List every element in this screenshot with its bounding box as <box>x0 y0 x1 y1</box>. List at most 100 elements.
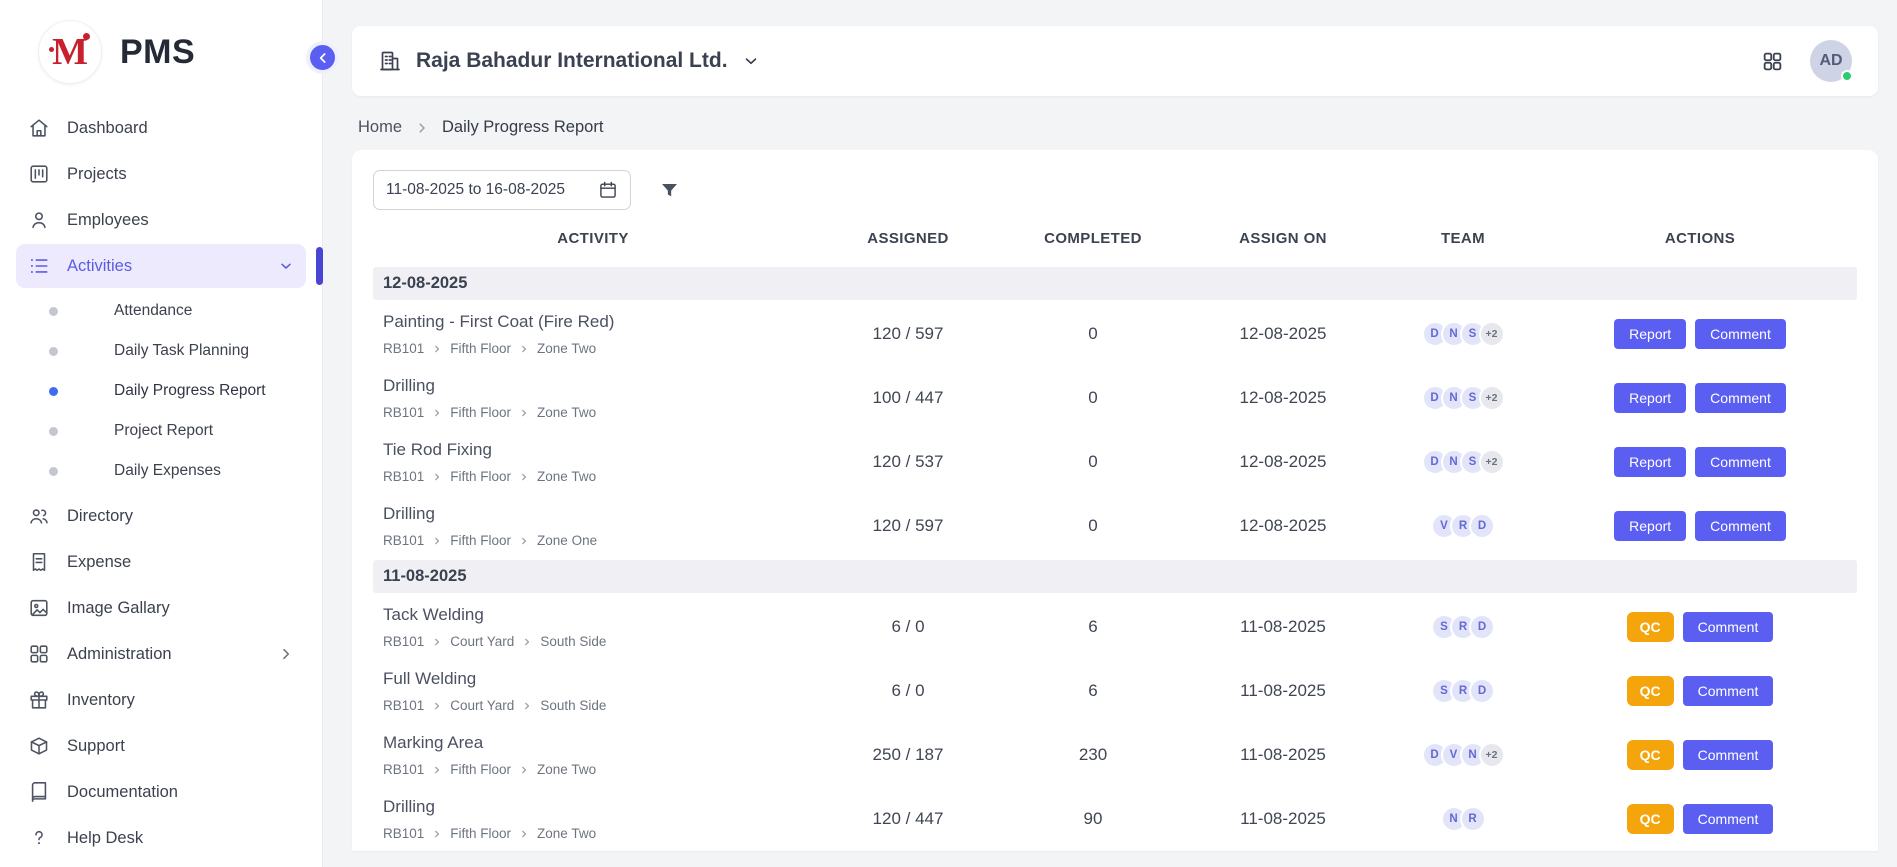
sidebar-subitem-attendance[interactable]: Attendance <box>16 291 306 331</box>
sidebar-item-image-gallary[interactable]: Image Gallary <box>16 586 306 630</box>
location-segment: RB101 <box>383 533 424 548</box>
activity-name: Marking Area <box>383 733 813 753</box>
sidebar-subitem-daily-task-planning[interactable]: Daily Task Planning <box>16 331 306 371</box>
chevron-right-icon <box>519 344 529 354</box>
sidebar-item-projects[interactable]: Projects <box>16 152 306 196</box>
qc-button[interactable]: QC <box>1627 676 1674 706</box>
date-range-value[interactable] <box>386 181 588 199</box>
column-header-assign-on: ASSIGN ON <box>1183 230 1383 247</box>
sidebar-item-expense[interactable]: Expense <box>16 540 306 584</box>
comment-button[interactable]: Comment <box>1683 612 1774 642</box>
avatar-initials: AD <box>1819 52 1842 70</box>
sidebar-item-documentation[interactable]: Documentation <box>16 770 306 814</box>
report-button[interactable]: Report <box>1614 447 1686 477</box>
location-segment: Court Yard <box>450 698 514 713</box>
sidebar-subitem-daily-expenses[interactable]: Daily Expenses <box>16 451 306 491</box>
location-segment: Zone Two <box>537 405 596 420</box>
book-icon <box>28 781 50 803</box>
package-icon <box>28 735 50 757</box>
apps-grid-icon[interactable] <box>1761 50 1784 73</box>
sidebar-item-dashboard[interactable]: Dashboard <box>16 106 306 150</box>
sidebar-item-label: Activities <box>67 257 132 276</box>
assign-on-value: 12-08-2025 <box>1183 324 1383 344</box>
online-status-dot <box>1841 70 1853 82</box>
content-card: ACTIVITYASSIGNEDCOMPLETEDASSIGN ONTEAMAC… <box>352 150 1878 851</box>
sidebar-item-employees[interactable]: Employees <box>16 198 306 242</box>
sidebar-item-directory[interactable]: Directory <box>16 494 306 538</box>
activity-cell: Full WeldingRB101Court YardSouth Side <box>373 669 813 713</box>
comment-button[interactable]: Comment <box>1683 804 1774 834</box>
location-segment: Fifth Floor <box>450 405 511 420</box>
date-range-input[interactable] <box>373 170 631 210</box>
report-button[interactable]: Report <box>1614 319 1686 349</box>
location-segment: Zone Two <box>537 826 596 841</box>
breadcrumb-home[interactable]: Home <box>358 118 402 137</box>
funnel-icon[interactable] <box>659 180 680 201</box>
sidebar-item-label: Employees <box>67 211 149 230</box>
qc-button[interactable]: QC <box>1627 740 1674 770</box>
table-row: Full WeldingRB101Court YardSouth Side6 /… <box>373 659 1857 723</box>
location-segment: RB101 <box>383 826 424 841</box>
chevron-left-icon <box>315 50 331 66</box>
sidebar-item-label: Dashboard <box>67 119 148 138</box>
group-date-row: 11-08-2025 <box>373 560 1857 593</box>
location-segment: RB101 <box>383 469 424 484</box>
actions-cell: Report Comment <box>1543 383 1857 413</box>
team-avatar[interactable]: D <box>1469 614 1495 640</box>
activity-location: RB101Fifth FloorZone Two <box>383 826 813 841</box>
bullet-icon <box>49 347 58 356</box>
sidebar-subitem-daily-progress-report[interactable]: Daily Progress Report <box>16 371 306 411</box>
comment-button[interactable]: Comment <box>1683 740 1774 770</box>
list-icon <box>28 255 50 277</box>
chevron-right-icon <box>519 408 529 418</box>
team-avatar-overflow[interactable]: +2 <box>1479 321 1505 347</box>
logo[interactable]: M PMS <box>0 0 322 100</box>
sidebar-item-activities[interactable]: Activities <box>16 244 306 288</box>
company-selector[interactable]: Raja Bahadur International Ltd. <box>378 49 760 73</box>
sidebar-item-label: Expense <box>67 553 131 572</box>
report-button[interactable]: Report <box>1614 383 1686 413</box>
team-avatar-overflow[interactable]: +2 <box>1479 385 1505 411</box>
topbar: Raja Bahadur International Ltd. AD <box>352 26 1878 96</box>
qc-button[interactable]: QC <box>1627 612 1674 642</box>
qc-button[interactable]: QC <box>1627 804 1674 834</box>
avatar[interactable]: AD <box>1810 40 1852 82</box>
completed-value: 0 <box>1003 452 1183 472</box>
activity-cell: Tack WeldingRB101Court YardSouth Side <box>373 605 813 649</box>
grid-icon <box>28 643 50 665</box>
team-avatar[interactable]: D <box>1469 678 1495 704</box>
comment-button[interactable]: Comment <box>1695 319 1786 349</box>
sidebar-item-administration[interactable]: Administration <box>16 632 306 676</box>
sidebar-item-help-desk[interactable]: Help Desk <box>16 816 306 860</box>
report-button[interactable]: Report <box>1614 511 1686 541</box>
team-avatar[interactable]: D <box>1469 513 1495 539</box>
team-avatar[interactable]: R <box>1460 806 1486 832</box>
completed-value: 230 <box>1003 745 1183 765</box>
bullet-icon <box>49 467 58 476</box>
sidebar-collapse-button[interactable] <box>306 41 339 74</box>
comment-button[interactable]: Comment <box>1695 511 1786 541</box>
completed-value: 0 <box>1003 388 1183 408</box>
bullet-icon <box>49 427 58 436</box>
submenu-item-label: Project Report <box>114 422 213 440</box>
location-segment: Fifth Floor <box>450 341 511 356</box>
chevron-right-icon <box>432 765 442 775</box>
team-cell: DNS+2 <box>1383 385 1543 411</box>
team-cell: DNS+2 <box>1383 449 1543 475</box>
team-avatar-overflow[interactable]: +2 <box>1479 742 1505 768</box>
location-segment: RB101 <box>383 405 424 420</box>
comment-button[interactable]: Comment <box>1695 447 1786 477</box>
location-segment: Zone Two <box>537 762 596 777</box>
calendar-icon <box>598 180 618 200</box>
team-avatar-overflow[interactable]: +2 <box>1479 449 1505 475</box>
sidebar-item-inventory[interactable]: Inventory <box>16 678 306 722</box>
team-cell: VRD <box>1383 513 1543 539</box>
activity-cell: Tie Rod FixingRB101Fifth FloorZone Two <box>373 440 813 484</box>
activity-name: Drilling <box>383 376 813 396</box>
sidebar-subitem-project-report[interactable]: Project Report <box>16 411 306 451</box>
comment-button[interactable]: Comment <box>1695 383 1786 413</box>
comment-button[interactable]: Comment <box>1683 676 1774 706</box>
sidebar-item-label: Documentation <box>67 783 178 802</box>
sidebar-item-support[interactable]: Support <box>16 724 306 768</box>
activity-name: Full Welding <box>383 669 813 689</box>
